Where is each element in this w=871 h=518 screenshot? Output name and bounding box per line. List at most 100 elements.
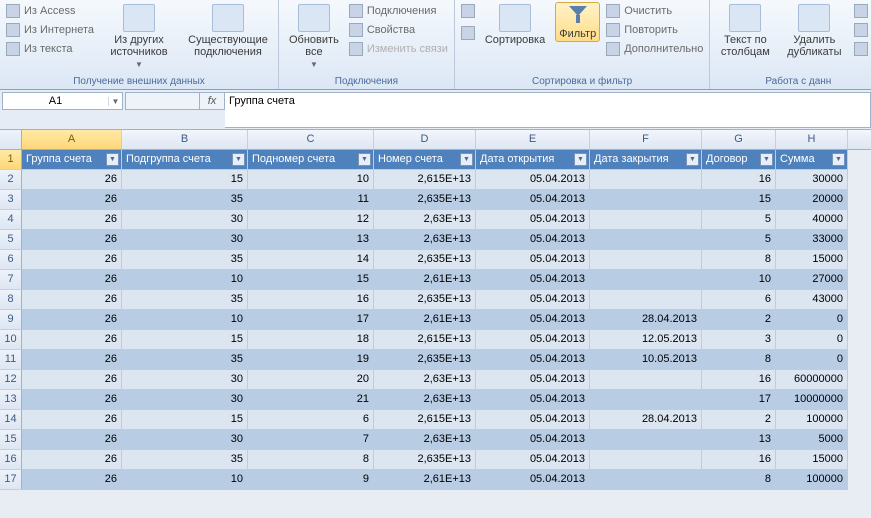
formula-input[interactable]: Группа счета (225, 92, 871, 128)
row-header[interactable]: 12 (0, 370, 22, 390)
cell[interactable]: 17 (248, 310, 374, 330)
cell[interactable]: 2,61E+13 (374, 470, 476, 490)
cell[interactable]: 11 (248, 190, 374, 210)
cell[interactable]: 10 (248, 170, 374, 190)
fx-button[interactable]: fx (199, 92, 225, 110)
cell[interactable] (590, 450, 702, 470)
cell[interactable]: 26 (22, 270, 122, 290)
table-header-cell[interactable]: Номер счета▼ (374, 150, 476, 170)
cell[interactable]: 2,63E+13 (374, 210, 476, 230)
cell[interactable]: 2 (702, 410, 776, 430)
cell[interactable]: 7 (248, 430, 374, 450)
cell[interactable]: 2 (702, 310, 776, 330)
cell[interactable]: 20000 (776, 190, 848, 210)
cell[interactable]: 35 (122, 290, 248, 310)
cell[interactable]: 0 (776, 350, 848, 370)
cell[interactable]: 26 (22, 410, 122, 430)
cell[interactable]: 26 (22, 210, 122, 230)
cell[interactable]: 10.05.2013 (590, 350, 702, 370)
cell[interactable]: 15000 (776, 250, 848, 270)
cell[interactable]: 26 (22, 370, 122, 390)
cell[interactable]: 0 (776, 310, 848, 330)
cell[interactable]: 30000 (776, 170, 848, 190)
cell[interactable] (590, 230, 702, 250)
refresh-all-button[interactable]: Обновить все▼ (285, 2, 343, 71)
cell[interactable]: 16 (702, 370, 776, 390)
row-header[interactable]: 13 (0, 390, 22, 410)
cell[interactable]: 30 (122, 230, 248, 250)
cell[interactable]: 2,615E+13 (374, 410, 476, 430)
cell[interactable]: 15 (122, 170, 248, 190)
cell[interactable]: 05.04.2013 (476, 410, 590, 430)
cell[interactable]: 16 (702, 170, 776, 190)
cell[interactable]: 30 (122, 370, 248, 390)
row-header[interactable]: 11 (0, 350, 22, 370)
name-box[interactable]: A1 ▼ (2, 92, 123, 110)
table-header-cell[interactable]: Договор▼ (702, 150, 776, 170)
row-header[interactable]: 6 (0, 250, 22, 270)
cell[interactable]: 05.04.2013 (476, 170, 590, 190)
from-access-button[interactable]: Из Access (6, 2, 94, 20)
row-header[interactable]: 16 (0, 450, 22, 470)
cell[interactable]: 40000 (776, 210, 848, 230)
cell[interactable]: 26 (22, 390, 122, 410)
cell[interactable]: 10 (122, 270, 248, 290)
table-header-cell[interactable]: Подномер счета▼ (248, 150, 374, 170)
from-other-button[interactable]: Из других источников▼ (100, 2, 178, 71)
cell[interactable] (590, 270, 702, 290)
cell[interactable]: 18 (248, 330, 374, 350)
cell[interactable]: 05.04.2013 (476, 370, 590, 390)
connections-button[interactable]: Подключения (349, 2, 448, 20)
remove-duplicates-button[interactable]: Удалить дубликаты (780, 2, 848, 60)
cell[interactable] (590, 290, 702, 310)
filter-dropdown-button[interactable]: ▼ (460, 153, 473, 166)
table-header-cell[interactable]: Дата открытия▼ (476, 150, 590, 170)
cell[interactable]: 26 (22, 430, 122, 450)
cell[interactable]: 26 (22, 470, 122, 490)
cell[interactable]: 05.04.2013 (476, 250, 590, 270)
cell[interactable]: 26 (22, 290, 122, 310)
cell[interactable] (590, 390, 702, 410)
properties-button[interactable]: Свойства (349, 21, 448, 39)
row-header[interactable]: 1 (0, 150, 22, 170)
from-text-button[interactable]: Из текста (6, 40, 94, 58)
cell[interactable]: 30 (122, 390, 248, 410)
cell[interactable]: 10 (122, 470, 248, 490)
filter-dropdown-button[interactable]: ▼ (574, 153, 587, 166)
cell[interactable]: 5000 (776, 430, 848, 450)
cell[interactable]: 05.04.2013 (476, 310, 590, 330)
row-header[interactable]: 15 (0, 430, 22, 450)
cell[interactable]: 20 (248, 370, 374, 390)
cell[interactable]: 28.04.2013 (590, 310, 702, 330)
cell[interactable]: 43000 (776, 290, 848, 310)
reapply-button[interactable]: Повторить (606, 21, 703, 39)
cell[interactable]: 2,635E+13 (374, 190, 476, 210)
cell[interactable]: 16 (248, 290, 374, 310)
sort-asc-button[interactable] (461, 2, 475, 20)
cell[interactable]: 05.04.2013 (476, 350, 590, 370)
column-header-A[interactable]: A (22, 130, 122, 149)
cell[interactable]: 28.04.2013 (590, 410, 702, 430)
table-header-cell[interactable]: Дата закрытия▼ (590, 150, 702, 170)
data-validation-button[interactable]: П (854, 2, 871, 20)
cell[interactable] (590, 370, 702, 390)
advanced-filter-button[interactable]: Дополнительно (606, 40, 703, 58)
sort-button[interactable]: Сортировка (481, 2, 549, 48)
cell[interactable]: 05.04.2013 (476, 290, 590, 310)
table-header-cell[interactable]: Подгруппа счета▼ (122, 150, 248, 170)
cell[interactable]: 5 (702, 210, 776, 230)
row-header[interactable]: 3 (0, 190, 22, 210)
cell[interactable]: 3 (702, 330, 776, 350)
cell[interactable]: 2,635E+13 (374, 350, 476, 370)
cell[interactable]: 05.04.2013 (476, 190, 590, 210)
cell[interactable]: 8 (702, 350, 776, 370)
cell[interactable]: 17 (702, 390, 776, 410)
cell[interactable]: 2,615E+13 (374, 170, 476, 190)
cell[interactable]: 05.04.2013 (476, 270, 590, 290)
cell[interactable]: 12 (248, 210, 374, 230)
cell[interactable]: 8 (702, 470, 776, 490)
cell[interactable]: 15 (122, 410, 248, 430)
whatif-button[interactable]: А (854, 40, 871, 58)
from-web-button[interactable]: Из Интернета (6, 21, 94, 39)
column-header-E[interactable]: E (476, 130, 590, 149)
